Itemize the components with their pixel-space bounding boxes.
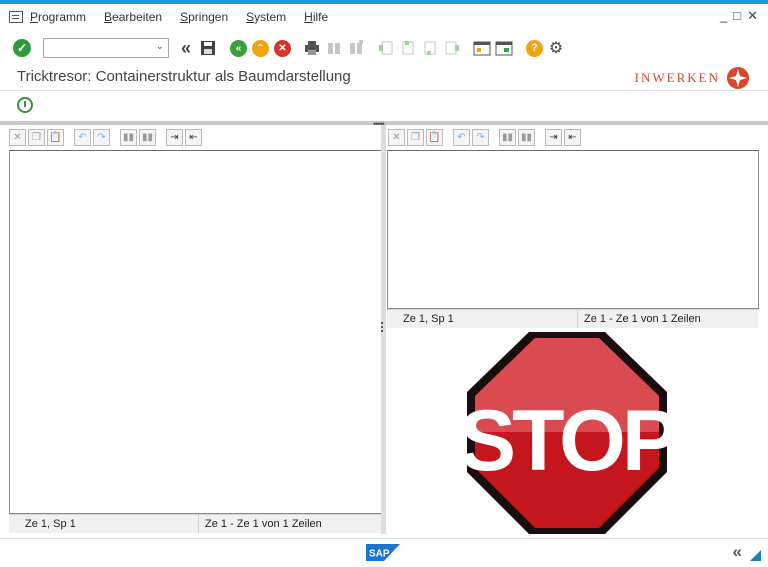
maximize-button[interactable]: □ [733, 8, 741, 24]
menu-item-programm[interactable]: Programm [30, 10, 86, 24]
export-icon[interactable]: ⇤ [185, 128, 202, 146]
paste-icon[interactable]: 📋 [426, 128, 443, 146]
menu-item-system[interactable]: System [246, 10, 286, 24]
application-toolbar [0, 92, 768, 120]
save-icon[interactable] [199, 39, 217, 57]
vertical-splitter[interactable] [381, 125, 386, 534]
exit-icon[interactable]: ⌃ [252, 39, 269, 57]
find-icon[interactable]: ▮▮ [120, 128, 137, 146]
inwerken-logo: INWERKEN [635, 66, 750, 90]
left-tree-container[interactable] [9, 150, 382, 514]
help-icon[interactable]: ? [526, 39, 543, 57]
find-next-icon[interactable]: ▮▮ [518, 128, 535, 146]
redo-icon[interactable]: ↷ [472, 128, 489, 146]
paste-icon[interactable]: 📋 [47, 128, 64, 146]
line-info: Ze 1 - Ze 1 von 1 Zeilen [205, 518, 322, 530]
copy-icon[interactable]: ❐ [28, 128, 45, 146]
insert-icon[interactable]: ⇥ [166, 128, 183, 146]
close-button[interactable]: ✕ [747, 8, 758, 24]
stop-sign-image: STOP [459, 332, 681, 534]
title-bar: Tricktresor: Containerstruktur als Baumd… [0, 65, 768, 91]
export-icon[interactable]: ⇤ [564, 128, 581, 146]
next-page-icon[interactable] [421, 39, 439, 57]
command-field[interactable]: ⌄ [43, 38, 169, 58]
find-next-icon[interactable] [347, 39, 365, 57]
cut-icon[interactable]: ✕ [9, 128, 26, 146]
cursor-position: Ze 1, Sp 1 [387, 310, 578, 328]
first-page-icon[interactable] [377, 39, 395, 57]
menu-item-hilfe[interactable]: Hilfe [304, 10, 328, 24]
shortcut-icon[interactable] [495, 39, 513, 57]
window-controls: _ □ ✕ [720, 8, 758, 24]
double-chevron-left-icon[interactable]: « [177, 38, 195, 58]
command-input[interactable] [44, 39, 168, 57]
right-tree-container[interactable] [387, 150, 759, 309]
resize-corner-icon[interactable] [750, 550, 761, 561]
minimize-button[interactable]: _ [720, 8, 727, 24]
cut-icon[interactable]: ✕ [388, 128, 405, 146]
line-info: Ze 1 - Ze 1 von 1 Zeilen [584, 313, 701, 325]
cancel-icon[interactable]: ✕ [274, 39, 291, 57]
stop-sign-picture: STOP [387, 332, 768, 534]
back-icon[interactable]: « [230, 39, 247, 57]
undo-icon[interactable]: ↶ [453, 128, 470, 146]
chevron-down-icon[interactable]: ⌄ [156, 41, 164, 52]
confirm-icon[interactable]: ✓ [13, 39, 31, 57]
logo-text: INWERKEN [634, 70, 720, 85]
menu-bar: Programm Bearbeiten Springen System Hilf… [0, 4, 768, 29]
undo-icon[interactable]: ↶ [74, 128, 91, 146]
menu-list-icon[interactable] [9, 10, 23, 23]
page-title: Tricktresor: Containerstruktur als Baumd… [17, 68, 351, 85]
right-status-bar: Ze 1, Sp 1 Ze 1 - Ze 1 von 1 Zeilen [387, 309, 758, 328]
find-next-icon[interactable]: ▮▮ [139, 128, 156, 146]
previous-page-icon[interactable] [399, 39, 417, 57]
left-status-bar: Ze 1, Sp 1 Ze 1 - Ze 1 von 1 Zeilen [9, 514, 381, 533]
settings-gear-icon[interactable]: ⚙ [547, 39, 565, 57]
print-icon[interactable] [303, 39, 321, 57]
svg-text:SAP: SAP [369, 549, 390, 560]
collapse-status-icon[interactable]: « [733, 542, 742, 562]
left-tree-toolbar: ✕ ❐ 📋 ↶ ↷ ▮▮ ▮▮ ⇥ ⇤ [9, 127, 202, 147]
cursor-position: Ze 1, Sp 1 [9, 515, 199, 533]
find-icon[interactable]: ▮▮ [499, 128, 516, 146]
find-icon[interactable] [325, 39, 343, 57]
stop-text: STOP [459, 393, 677, 489]
new-session-icon[interactable] [473, 39, 491, 57]
status-footer: SAP « [0, 538, 768, 567]
menu-item-bearbeiten[interactable]: Bearbeiten [104, 10, 162, 24]
sap-logo: SAP [366, 544, 400, 561]
splitter-grip[interactable] [381, 322, 384, 332]
menu-item-springen[interactable]: Springen [180, 10, 228, 24]
execute-clock-icon[interactable] [17, 97, 33, 113]
insert-icon[interactable]: ⇥ [545, 128, 562, 146]
copy-icon[interactable]: ❐ [407, 128, 424, 146]
right-tree-toolbar: ✕ ❐ 📋 ↶ ↷ ▮▮ ▮▮ ⇥ ⇤ [388, 127, 581, 147]
redo-icon[interactable]: ↷ [93, 128, 110, 146]
standard-toolbar: ✓ ⌄ « « ⌃ ✕ ? ⚙ [0, 32, 768, 64]
last-page-icon[interactable] [443, 39, 461, 57]
compass-logo-icon [727, 67, 749, 89]
